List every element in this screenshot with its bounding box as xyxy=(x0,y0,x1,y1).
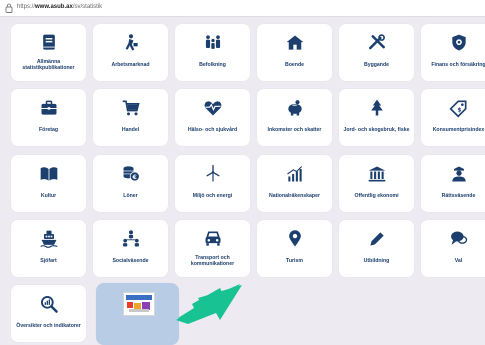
category-label: Jord- och skogsbruk, fiske xyxy=(343,127,410,133)
svg-text:€: € xyxy=(131,174,136,181)
briefcase-icon xyxy=(39,98,59,118)
category-label: Arbetsmarknad xyxy=(111,62,150,68)
category-tile[interactable]: Socialväsende xyxy=(93,220,168,277)
browser-address-bar[interactable]: https://www.asub.ax/sv/statistik xyxy=(0,0,485,17)
category-tile[interactable]: Företag xyxy=(11,89,86,146)
category-tile[interactable]: Befolkning xyxy=(175,24,250,81)
category-tile[interactable]: $ Konsumentprisindex xyxy=(421,89,485,146)
category-label: Socialväsende xyxy=(112,258,149,264)
category-label: Sjöfart xyxy=(40,258,57,264)
category-tile[interactable]: Transport och kommunikationer xyxy=(175,220,250,277)
category-label: Företag xyxy=(38,127,59,133)
category-label: Befolkning xyxy=(199,62,226,68)
category-label: Kultur xyxy=(40,193,57,199)
police-icon xyxy=(449,164,469,184)
speech-bubbles-icon xyxy=(449,229,469,249)
book-icon xyxy=(39,33,59,53)
bank-icon xyxy=(367,164,387,184)
thumbnail-image xyxy=(123,292,155,316)
open-book-icon xyxy=(39,164,59,184)
lock-icon xyxy=(5,3,13,13)
category-tile[interactable]: Kultur xyxy=(11,155,86,212)
category-label: Miljö och energi xyxy=(192,193,233,199)
category-tile[interactable]: Jord- och skogsbruk, fiske xyxy=(339,89,414,146)
house-icon xyxy=(285,33,305,53)
tools-icon xyxy=(367,33,387,53)
shield-icon xyxy=(449,33,469,53)
category-tile[interactable]: Nationalräkenskaper xyxy=(257,155,332,212)
category-label: Hälso- och sjukvård xyxy=(187,127,238,133)
category-tile[interactable]: Arbetsmarknad xyxy=(93,24,168,81)
pencil-icon xyxy=(367,229,387,249)
green-arrow-icon xyxy=(176,284,242,324)
category-tile[interactable]: Val xyxy=(421,220,485,277)
category-label: Byggande xyxy=(363,62,390,68)
category-tile[interactable]: Hälso- och sjukvård xyxy=(175,89,250,146)
category-tile[interactable]: Handel xyxy=(93,89,168,146)
category-label: Utbildning xyxy=(363,258,390,264)
price-tag-icon: $ xyxy=(448,98,469,118)
category-label: Rättsväsende xyxy=(441,193,476,199)
category-label: Konsumentprisindex xyxy=(432,127,485,133)
tree-icon xyxy=(367,98,387,118)
category-tile[interactable]: Boende xyxy=(257,24,332,81)
category-tile[interactable]: € Löner xyxy=(93,155,168,212)
category-label: Översikter och indikatorer xyxy=(16,323,81,329)
coins-icon: € xyxy=(121,164,141,184)
worker-icon xyxy=(121,33,141,53)
category-label: Allmänna statistikpublikationer xyxy=(22,59,75,71)
map-pin-icon xyxy=(285,229,305,249)
svg-text:$: $ xyxy=(457,107,461,113)
people-network-icon xyxy=(121,229,141,249)
wind-turbine-icon xyxy=(203,164,223,184)
category-tile[interactable]: Inkomster och skatter xyxy=(257,89,332,146)
category-tile[interactable]: Rättsväsende xyxy=(421,155,485,212)
piggybank-icon xyxy=(285,98,305,118)
category-label: Finans och försäkring xyxy=(431,62,485,68)
bar-chart-icon xyxy=(285,164,305,184)
category-tile[interactable]: Turism xyxy=(257,220,332,277)
car-icon xyxy=(203,229,223,249)
heartbeat-icon xyxy=(203,98,223,118)
category-label: Turism xyxy=(286,258,303,264)
category-label: Löner xyxy=(123,193,138,199)
category-tile[interactable]: Översikter och indikatorer xyxy=(11,285,86,342)
category-tile[interactable]: Allmänna statistikpublikationer xyxy=(11,24,86,81)
category-tile[interactable]: Utbildning xyxy=(339,220,414,277)
category-tile[interactable]: Finans och försäkring xyxy=(421,24,485,81)
category-label: Offentlig ekonomi xyxy=(354,193,399,199)
category-label: Boende xyxy=(284,62,305,68)
category-tile[interactable]: Byggande xyxy=(339,24,414,81)
category-label: Nationalräkenskaper xyxy=(268,193,321,199)
category-label: Transport och kommunikationer xyxy=(190,255,235,267)
magnifier-chart-icon xyxy=(39,294,59,314)
category-label: Handel xyxy=(121,127,140,133)
selected-thumbnail-tile[interactable] xyxy=(96,283,179,345)
ship-icon xyxy=(39,229,59,249)
category-tile[interactable]: Sjöfart xyxy=(11,220,86,277)
category-label: Val xyxy=(454,258,463,264)
family-icon xyxy=(203,33,223,53)
url-text: https://www.asub.ax/sv/statistik xyxy=(17,4,103,10)
category-label: Inkomster och skatter xyxy=(267,127,322,133)
category-tile[interactable]: Offentlig ekonomi xyxy=(339,155,414,212)
category-tile[interactable]: Miljö och energi xyxy=(175,155,250,212)
cart-icon xyxy=(121,98,141,118)
